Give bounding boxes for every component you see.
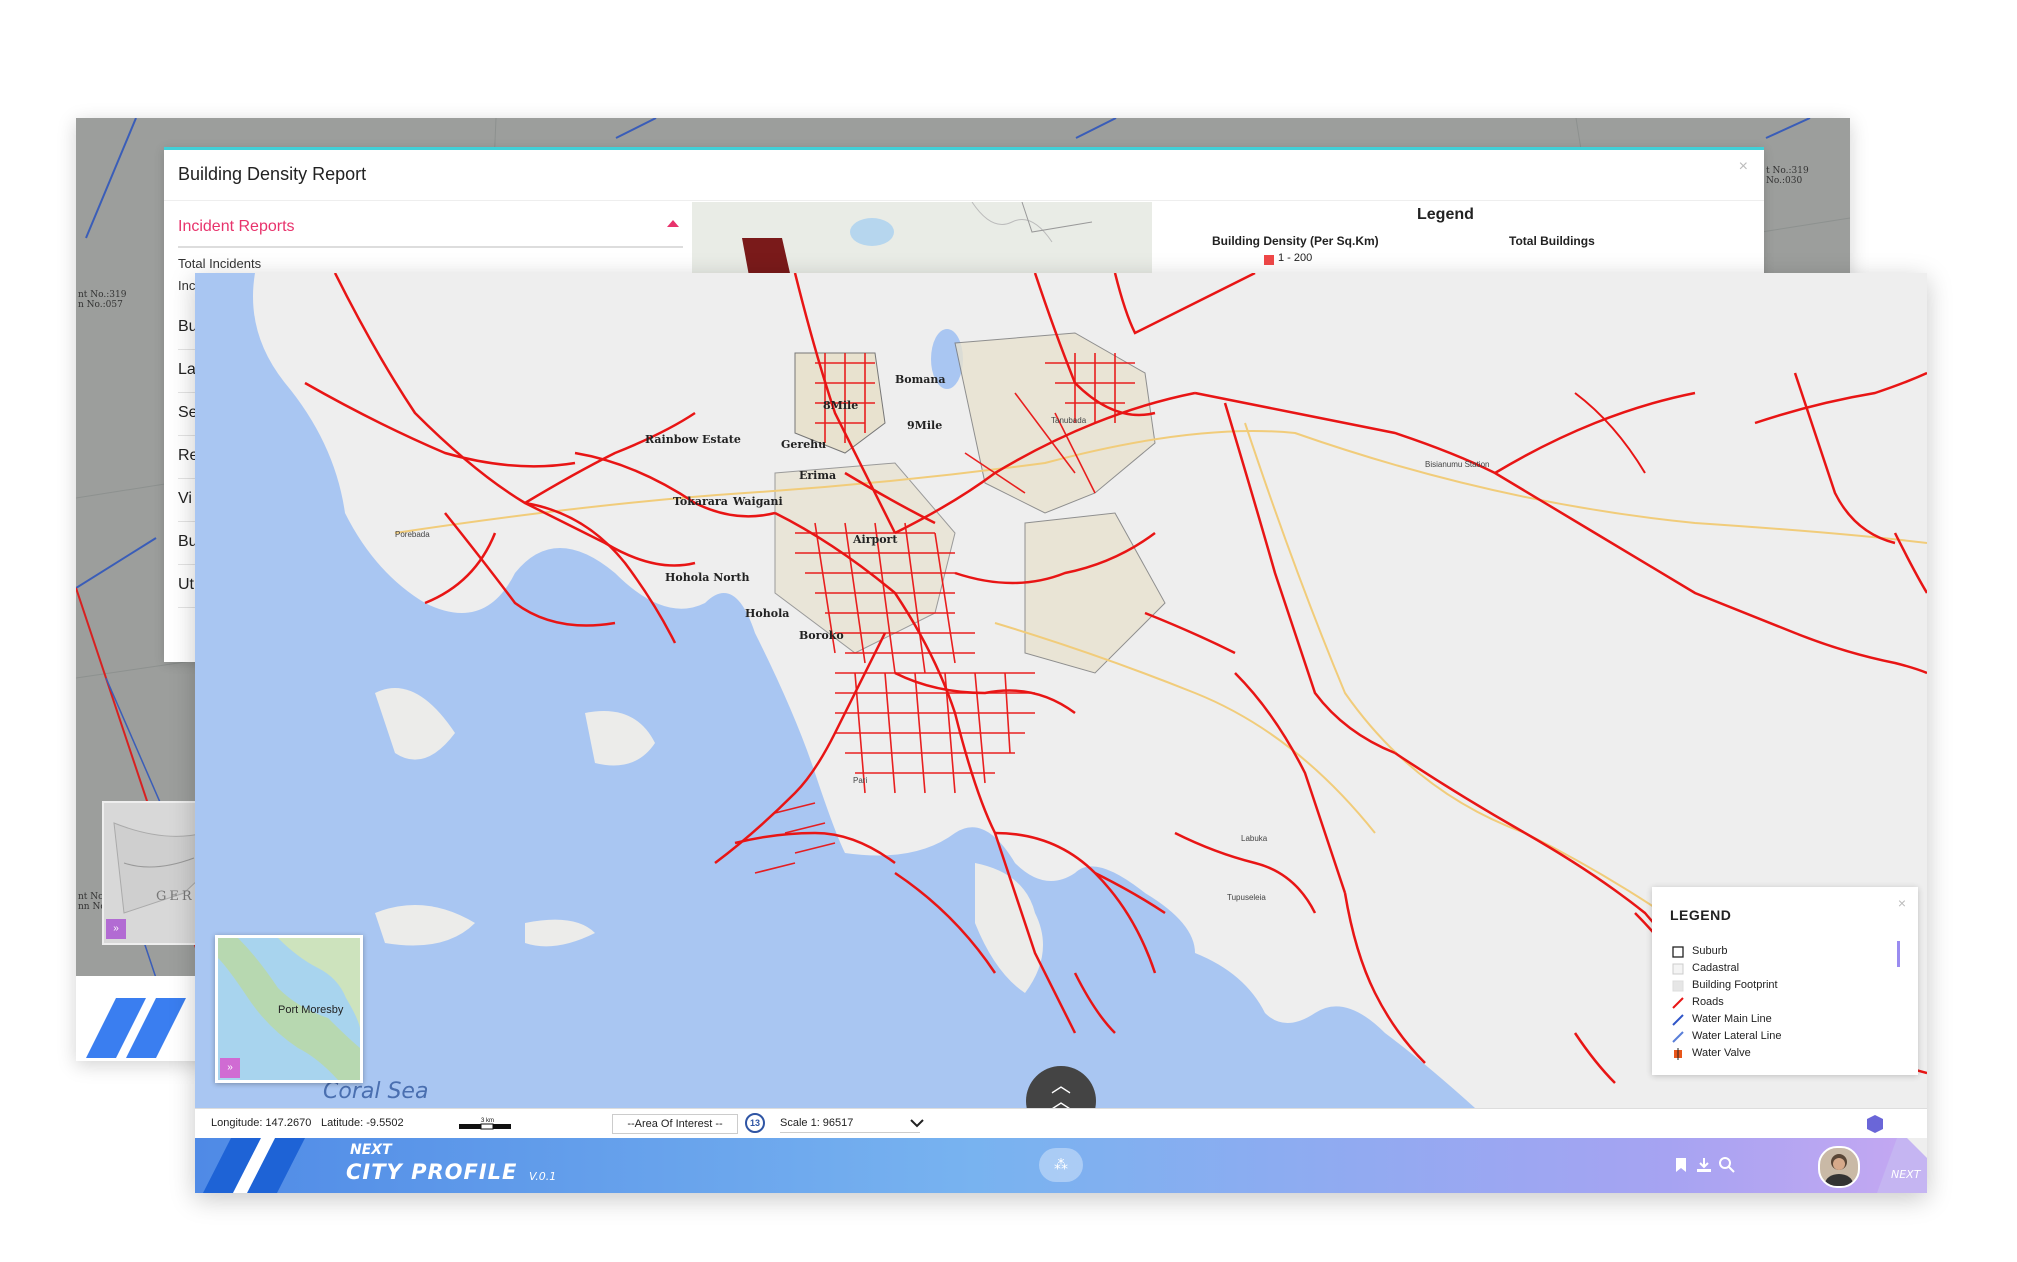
legend-title: Legend — [1417, 206, 1474, 223]
legend-item: Suburb — [1672, 944, 1892, 961]
menu-item-label: La — [178, 361, 196, 378]
place-label: Tokarara — [673, 495, 728, 508]
legend-item-label: Water Valve — [1692, 1047, 1751, 1059]
legend-item-label: Suburb — [1692, 945, 1728, 957]
place-label: Porebada — [395, 530, 430, 539]
app-footer: NEXT CITY PROFILE V.0.1 ⁂ NEXT — [195, 1138, 1927, 1193]
longitude-readout: Longitude: 147.2670 — [211, 1117, 312, 1129]
place-label: Tupuseleia — [1227, 893, 1266, 902]
area-of-interest-select[interactable]: --Area Of Interest -- — [612, 1114, 738, 1134]
app-logo-icon — [203, 1138, 305, 1193]
legend-item-label: Water Main Line — [1692, 1013, 1772, 1025]
scale-bar-label: 3 km — [481, 1118, 494, 1124]
legend-item-label: Cadastral — [1692, 962, 1740, 974]
place-label: Waigani — [733, 495, 783, 508]
city-profile-map-window: Bomana 8Mile 9Mile Rainbow Estate Gerehu… — [195, 273, 1927, 1193]
total-incidents-label: Total Incidents — [178, 256, 262, 271]
place-label: Labuka — [1241, 834, 1268, 843]
place-label: Pari — [853, 776, 868, 785]
download-icon[interactable] — [1695, 1156, 1713, 1174]
road-line-icon — [1672, 997, 1684, 1009]
parcel-label: No.:030 — [1766, 176, 1803, 186]
legend-item: Cadastral — [1672, 961, 1892, 978]
water-valve-icon — [1674, 1048, 1682, 1060]
place-label: Rainbow Estate — [645, 433, 741, 446]
close-icon[interactable]: × — [1739, 158, 1748, 176]
brand-corner-logo: NEXT — [1877, 1138, 1927, 1193]
accordion-label: Incident Reports — [178, 218, 295, 235]
legend-item-label: Water Lateral Line — [1692, 1030, 1782, 1042]
dialog-title: Building Density Report — [178, 164, 367, 184]
legend-scrollbar[interactable] — [1897, 941, 1900, 967]
map-status-bar: Longitude: 147.2670 Latitude: -9.5502 3 … — [195, 1108, 1927, 1139]
legend-column-header: Building Density (Per Sq.Km) — [1212, 234, 1379, 248]
density-swatch — [1264, 255, 1274, 265]
expand-overview-button[interactable]: » — [106, 919, 126, 939]
legend-column-header: Total Buildings — [1509, 234, 1595, 248]
place-label: 8Mile — [823, 399, 859, 412]
settings-hex-icon[interactable] — [1865, 1114, 1885, 1134]
place-label: Airport — [853, 533, 898, 546]
parcel-label: n No.:057 — [78, 300, 123, 310]
zoom-level-icon[interactable]: 13 — [745, 1113, 765, 1133]
incident-sub-label: Inc — [178, 278, 196, 293]
place-label: Erima — [799, 469, 837, 482]
chevron-down-icon[interactable] — [907, 1113, 927, 1133]
legend-item: Roads — [1672, 995, 1892, 1012]
legend-item: Water Valve — [1672, 1046, 1892, 1063]
search-icon[interactable] — [1718, 1156, 1736, 1174]
place-label: Bisianumu Station — [1425, 460, 1490, 469]
app-title: CITY PROFILE — [346, 1160, 518, 1184]
legend-list: Suburb Cadastral Building Footprint Road… — [1672, 944, 1892, 1064]
water-lateral-line-icon — [1672, 1031, 1684, 1043]
expand-overview-button[interactable]: » — [220, 1058, 240, 1078]
suburb-square-icon — [1672, 946, 1684, 958]
legend-item: Building Footprint — [1672, 978, 1892, 995]
avatar[interactable] — [1818, 1146, 1860, 1188]
scale-select[interactable]: Scale 1: 96517 — [780, 1114, 920, 1133]
layers-menu-button[interactable]: ⁂ — [1039, 1148, 1083, 1182]
place-label: Boroko — [799, 629, 844, 642]
latitude-readout: Latitude: -9.5502 — [321, 1117, 404, 1129]
thumb-place-label: GER — [156, 889, 195, 904]
place-label: 9Mile — [907, 419, 943, 432]
layers-icon: ⁂ — [1054, 1156, 1068, 1172]
parcel-label: nt No.:319 — [78, 290, 127, 300]
map-legend-panel: LEGEND × Suburb Cadastral Building Footp… — [1652, 887, 1918, 1075]
place-label: Gerehu — [781, 438, 827, 451]
parcel-label: nt Nc — [78, 892, 104, 902]
cadastral-square-icon — [1672, 963, 1684, 975]
brand-corner-text: NEXT — [1891, 1168, 1922, 1181]
overview-place-label: Port Moresby — [278, 1004, 344, 1016]
menu-item-label: Ut — [178, 576, 194, 593]
water-main-line-icon — [1672, 1014, 1684, 1026]
legend-item: Water Lateral Line — [1672, 1029, 1892, 1046]
legend-item: Water Main Line — [1672, 1012, 1892, 1029]
brand-prefix: NEXT — [350, 1142, 392, 1158]
footprint-square-icon — [1672, 980, 1684, 992]
menu-item-label: Vi — [178, 490, 192, 507]
place-label: Hohola — [745, 607, 790, 620]
legend-title: LEGEND — [1670, 907, 1732, 923]
chevron-double-up-icon: ︿ ︿ — [1051, 1075, 1071, 1113]
scale-bar: 3 km — [459, 1118, 511, 1130]
legend-item-label: Roads — [1692, 996, 1724, 1008]
incident-reports-accordion[interactable]: Incident Reports — [178, 212, 683, 248]
divider — [164, 200, 1764, 201]
place-label: Bomana — [895, 373, 946, 386]
bookmark-icon[interactable] — [1672, 1156, 1690, 1174]
parcel-label: t No.:319 — [1766, 166, 1809, 176]
overview-map[interactable]: Port Moresby » — [215, 935, 363, 1083]
legend-item-label: Building Footprint — [1692, 979, 1778, 991]
place-label: Hohola North — [665, 571, 750, 584]
density-range-label: 1 - 200 — [1278, 252, 1313, 264]
caret-up-icon — [667, 220, 679, 227]
app-version: V.0.1 — [529, 1170, 557, 1183]
place-label: Tanubada — [1051, 416, 1087, 425]
close-icon[interactable]: × — [1898, 895, 1906, 911]
